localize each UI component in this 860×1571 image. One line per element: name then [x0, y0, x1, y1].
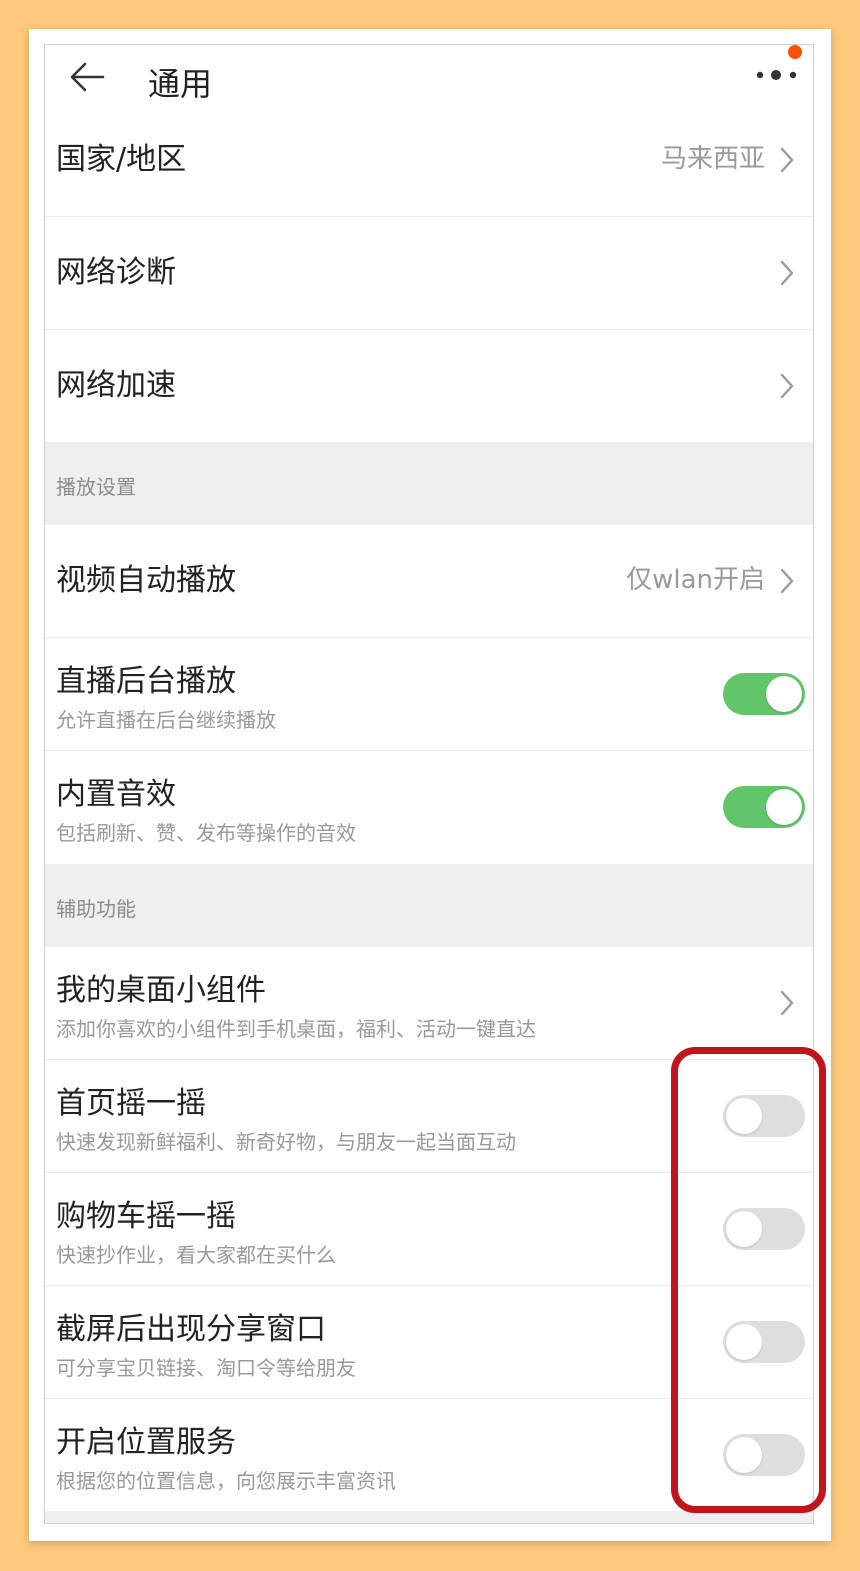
- arrow-left-icon[interactable]: [69, 61, 105, 93]
- row-label: 视频自动播放: [56, 563, 236, 598]
- screenshot-share-toggle[interactable]: [723, 1321, 805, 1363]
- chevron-right-icon: [780, 990, 794, 1016]
- chevron-right-icon: [780, 568, 794, 594]
- section-header-accessibility: 辅助功能: [45, 864, 813, 947]
- row-label: 网络诊断: [56, 255, 176, 290]
- row-label: 国家/地区: [56, 142, 187, 177]
- row-description: 快速发现新鲜福利、新奇好物，与朋友一起当面互动: [56, 1130, 516, 1154]
- row-label: 内置音效: [56, 777, 176, 812]
- chevron-right-icon: [780, 260, 794, 286]
- section-title: 辅助功能: [56, 897, 136, 921]
- chevron-right-icon: [780, 147, 794, 173]
- toggle-knob: [766, 676, 802, 712]
- row-label: 首页摇一摇: [56, 1086, 206, 1121]
- row-description: 添加你喜欢的小组件到手机桌面，福利、活动一键直达: [56, 1017, 536, 1041]
- row-video-autoplay[interactable]: 视频自动播放 仅wlan开启: [45, 525, 813, 638]
- bottom-section-strip: [45, 1511, 813, 1523]
- row-label: 开启位置服务: [56, 1425, 236, 1460]
- row-desktop-widgets[interactable]: 我的桌面小组件 添加你喜欢的小组件到手机桌面，福利、活动一键直达: [45, 947, 813, 1060]
- notification-dot: [788, 45, 802, 59]
- row-builtin-sound: 内置音效 包括刷新、赞、发布等操作的音效: [45, 751, 813, 864]
- row-description: 允许直播在后台继续播放: [56, 708, 276, 732]
- toggle-knob: [726, 1211, 762, 1247]
- sound-effects-toggle[interactable]: [723, 786, 805, 828]
- row-home-shake: 首页摇一摇 快速发现新鲜福利、新奇好物，与朋友一起当面互动: [45, 1060, 813, 1173]
- row-description: 包括刷新、赞、发布等操作的音效: [56, 821, 356, 845]
- chevron-right-icon: [780, 373, 794, 399]
- row-location-service: 开启位置服务 根据您的位置信息，向您展示丰富资讯: [45, 1399, 813, 1512]
- row-cart-shake: 购物车摇一摇 快速抄作业，看大家都在买什么: [45, 1173, 813, 1286]
- home-shake-toggle[interactable]: [723, 1095, 805, 1137]
- location-service-toggle[interactable]: [723, 1434, 805, 1476]
- settings-screen: 通用 国家/地区 马来西亚 网络诊断 网络加速 播放设置 视频自动播放 仅wla…: [44, 44, 814, 1524]
- row-country-region[interactable]: 国家/地区 马来西亚: [45, 104, 813, 217]
- row-label: 网络加速: [56, 368, 176, 403]
- toggle-knob: [766, 789, 802, 825]
- row-label: 我的桌面小组件: [56, 973, 266, 1008]
- row-description: 快速抄作业，看大家都在买什么: [56, 1243, 336, 1267]
- toggle-knob: [726, 1324, 762, 1360]
- more-dots-icon[interactable]: [755, 67, 801, 83]
- row-label: 截屏后出现分享窗口: [56, 1312, 326, 1347]
- row-description: 可分享宝贝链接、淘口令等给朋友: [56, 1356, 356, 1380]
- row-value: 仅wlan开启: [626, 565, 765, 595]
- top-bar: 通用: [45, 45, 813, 111]
- row-label: 直播后台播放: [56, 664, 236, 699]
- row-network-acceleration[interactable]: 网络加速: [45, 330, 813, 443]
- row-description: 根据您的位置信息，向您展示丰富资讯: [56, 1469, 396, 1493]
- section-title: 播放设置: [56, 475, 136, 499]
- page-title: 通用: [148, 65, 213, 103]
- row-value: 马来西亚: [660, 144, 765, 174]
- toggle-knob: [726, 1437, 762, 1473]
- section-header-playback: 播放设置: [45, 442, 813, 525]
- toggle-knob: [726, 1098, 762, 1134]
- cart-shake-toggle[interactable]: [723, 1208, 805, 1250]
- live-background-toggle[interactable]: [723, 673, 805, 715]
- row-live-background-play: 直播后台播放 允许直播在后台继续播放: [45, 638, 813, 751]
- row-screenshot-share: 截屏后出现分享窗口 可分享宝贝链接、淘口令等给朋友: [45, 1286, 813, 1399]
- row-network-diagnosis[interactable]: 网络诊断: [45, 217, 813, 330]
- row-label: 购物车摇一摇: [56, 1199, 236, 1234]
